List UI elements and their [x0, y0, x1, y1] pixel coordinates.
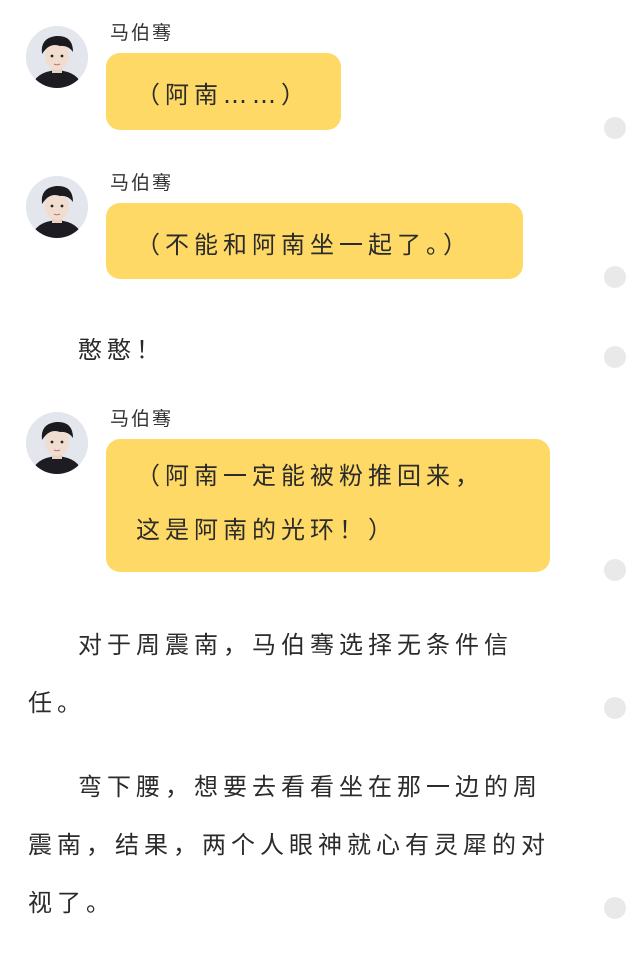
avatar-boy-icon: [26, 176, 88, 238]
message-text: （不能和阿南坐一起了。）: [136, 231, 472, 259]
message-text: 这是阿南的光环！）: [136, 516, 397, 544]
chat-message: 马伯骞 （阿南一定能被粉推回来， 这是阿南的光环！）: [0, 386, 600, 576]
narration-paragraph-line: 任。: [28, 689, 86, 717]
margin-dot-icon: [604, 897, 626, 919]
chat-message: 马伯骞 （阿南……）: [0, 0, 600, 135]
sender-name: 马伯骞: [110, 172, 174, 194]
avatar-boy-icon: [26, 412, 88, 474]
sender-name: 马伯骞: [110, 408, 174, 430]
narration-paragraph-line: 弯下腰，想要去看看坐在那一边的周: [78, 773, 542, 801]
narration-line: 憨憨！: [78, 336, 165, 364]
message-text: （阿南一定能被粉推回来，: [136, 462, 484, 490]
avatar[interactable]: [26, 176, 88, 238]
avatar[interactable]: [26, 412, 88, 474]
narration-paragraph-line: 震南，结果，两个人眼神就心有灵犀的对: [28, 831, 550, 859]
sender-name: 马伯骞: [110, 22, 174, 44]
margin-dot-icon: [604, 346, 626, 368]
message-bubble: （阿南……）: [106, 53, 341, 130]
chat-message: 马伯骞 （不能和阿南坐一起了。）: [0, 150, 600, 285]
margin-dot-icon: [604, 266, 626, 288]
margin-dot-icon: [604, 117, 626, 139]
avatar[interactable]: [26, 26, 88, 88]
margin-dot-icon: [604, 559, 626, 581]
message-bubble: （不能和阿南坐一起了。）: [106, 203, 523, 279]
narration-paragraph-line: 对于周震南，马伯骞选择无条件信: [78, 631, 513, 659]
narration-paragraph-line: 视了。: [28, 889, 115, 917]
margin-dot-icon: [604, 697, 626, 719]
message-text: （阿南……）: [136, 81, 310, 109]
message-bubble: （阿南一定能被粉推回来， 这是阿南的光环！）: [106, 439, 550, 572]
avatar-boy-icon: [26, 26, 88, 88]
